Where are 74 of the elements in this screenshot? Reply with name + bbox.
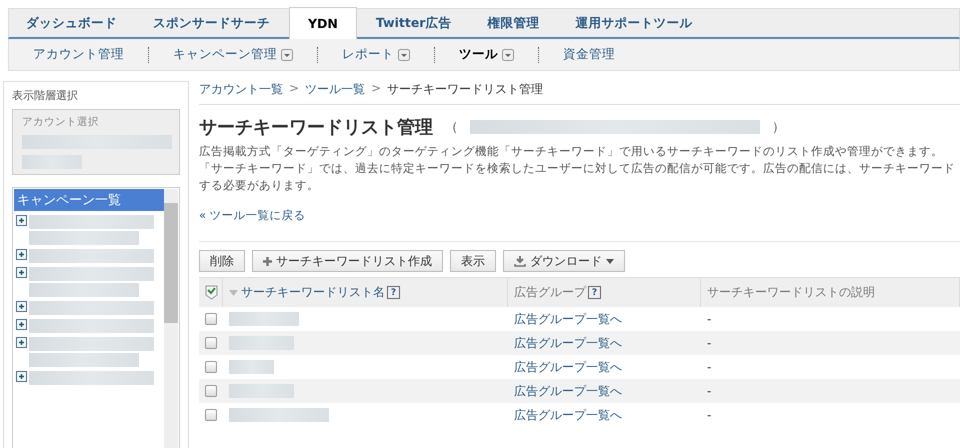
- nav-tab[interactable]: スポンサードサーチ: [136, 9, 287, 37]
- toolbar-button[interactable]: 削除: [199, 250, 245, 272]
- plus-icon: [263, 256, 272, 266]
- blurred-text: [229, 360, 274, 374]
- description-text: する必要があります。: [199, 177, 320, 194]
- select-all-check-icon[interactable]: [205, 285, 218, 300]
- nav-tab[interactable]: 運用サポートツール: [558, 9, 710, 37]
- column-header: 広告グループ: [514, 284, 586, 301]
- ad-group-link[interactable]: 広告グループ一覧へ: [514, 406, 622, 424]
- nav-tab[interactable]: YDN: [289, 7, 357, 39]
- help-icon[interactable]: ?: [387, 286, 400, 299]
- plus-icon[interactable]: [16, 249, 27, 260]
- description-text: 広告掲載方式「ターゲティング」のターゲティング機能「サーチキーワード」で用いるサーチキーワードのリスト作成や管理ができます。: [199, 143, 944, 160]
- ad-group-link[interactable]: 広告グループ一覧へ: [514, 358, 622, 376]
- row-checkbox[interactable]: [205, 385, 217, 397]
- breadcrumb-separator: >: [289, 81, 300, 97]
- breadcrumb-link[interactable]: アカウント一覧: [199, 81, 283, 98]
- table-cell: -: [707, 408, 712, 422]
- dropdown-icon: [398, 48, 410, 60]
- plus-icon[interactable]: [16, 301, 27, 312]
- description-text: 「サーチキーワード」では、過去に特定キーワードを検索したユーザーに対して広告の配信が可能です。広告の配信には、サーチキーワード: [199, 160, 956, 177]
- tree-title: キャンペーン一覧: [14, 189, 164, 211]
- table-cell: -: [707, 312, 712, 326]
- blurred-text: [229, 312, 299, 326]
- subnav-item[interactable]: 資金管理: [539, 46, 639, 63]
- plus-icon[interactable]: [16, 267, 27, 278]
- dropdown-icon: [281, 48, 293, 60]
- nav-tab[interactable]: Twitter広告: [358, 9, 468, 37]
- plus-icon[interactable]: [16, 319, 27, 330]
- nav-tab[interactable]: 権限管理: [470, 9, 556, 37]
- caret-icon: [606, 258, 614, 264]
- blurred-text: [229, 336, 294, 350]
- subnav-item[interactable]: アカウント管理: [9, 46, 148, 63]
- subnav-label: 資金管理: [563, 46, 615, 63]
- breadcrumb-separator: >: [371, 81, 382, 97]
- title-paren: ）: [772, 119, 785, 136]
- subnav-label: レポート: [342, 46, 394, 63]
- account-label: アカウント選択: [22, 115, 100, 129]
- toolbar-button[interactable]: ダウンロード: [503, 250, 625, 272]
- subnav-item[interactable]: レポート: [318, 46, 434, 63]
- download-icon: [514, 255, 526, 267]
- scrollbar[interactable]: [164, 189, 178, 448]
- toolbar-button[interactable]: サーチキーワードリスト作成: [252, 250, 443, 272]
- breadcrumb-link[interactable]: ツール一覧: [305, 81, 366, 98]
- subnav-label: キャンペーン管理: [173, 46, 277, 63]
- subnav-label: アカウント管理: [33, 46, 124, 63]
- breadcrumb-current: サーチキーワードリスト管理: [387, 81, 544, 98]
- plus-icon[interactable]: [16, 215, 27, 226]
- page-title: サーチキーワードリスト管理: [199, 116, 433, 139]
- row-checkbox[interactable]: [205, 313, 217, 325]
- column-header: サーチキーワードリストの説明: [707, 284, 875, 301]
- plus-icon[interactable]: [16, 371, 27, 382]
- table-cell: -: [707, 360, 712, 374]
- blurred-text: [229, 384, 294, 398]
- ad-group-link[interactable]: 広告グループ一覧へ: [514, 310, 622, 328]
- dropdown-icon: [502, 48, 514, 60]
- row-checkbox[interactable]: [205, 337, 217, 349]
- back-link[interactable]: « ツール一覧に戻る: [199, 208, 306, 223]
- table-cell: -: [707, 384, 712, 398]
- title-paren: （: [445, 119, 458, 136]
- help-icon[interactable]: ?: [588, 286, 601, 299]
- plus-icon[interactable]: [16, 337, 27, 348]
- subnav-item[interactable]: ツール: [435, 46, 538, 63]
- subnav-label: ツール: [459, 46, 498, 63]
- blurred-text: [22, 155, 82, 169]
- sort-icon[interactable]: [229, 290, 238, 296]
- subnav-item[interactable]: キャンペーン管理: [149, 46, 317, 63]
- row-checkbox[interactable]: [205, 361, 217, 373]
- sidebar-heading: 表示階層選択: [12, 88, 79, 103]
- table-cell: -: [707, 336, 712, 350]
- toolbar-button[interactable]: 表示: [450, 250, 496, 272]
- nav-tab[interactable]: ダッシュボード: [9, 9, 134, 37]
- column-header[interactable]: サーチキーワードリスト名: [241, 284, 385, 301]
- row-checkbox[interactable]: [205, 409, 217, 421]
